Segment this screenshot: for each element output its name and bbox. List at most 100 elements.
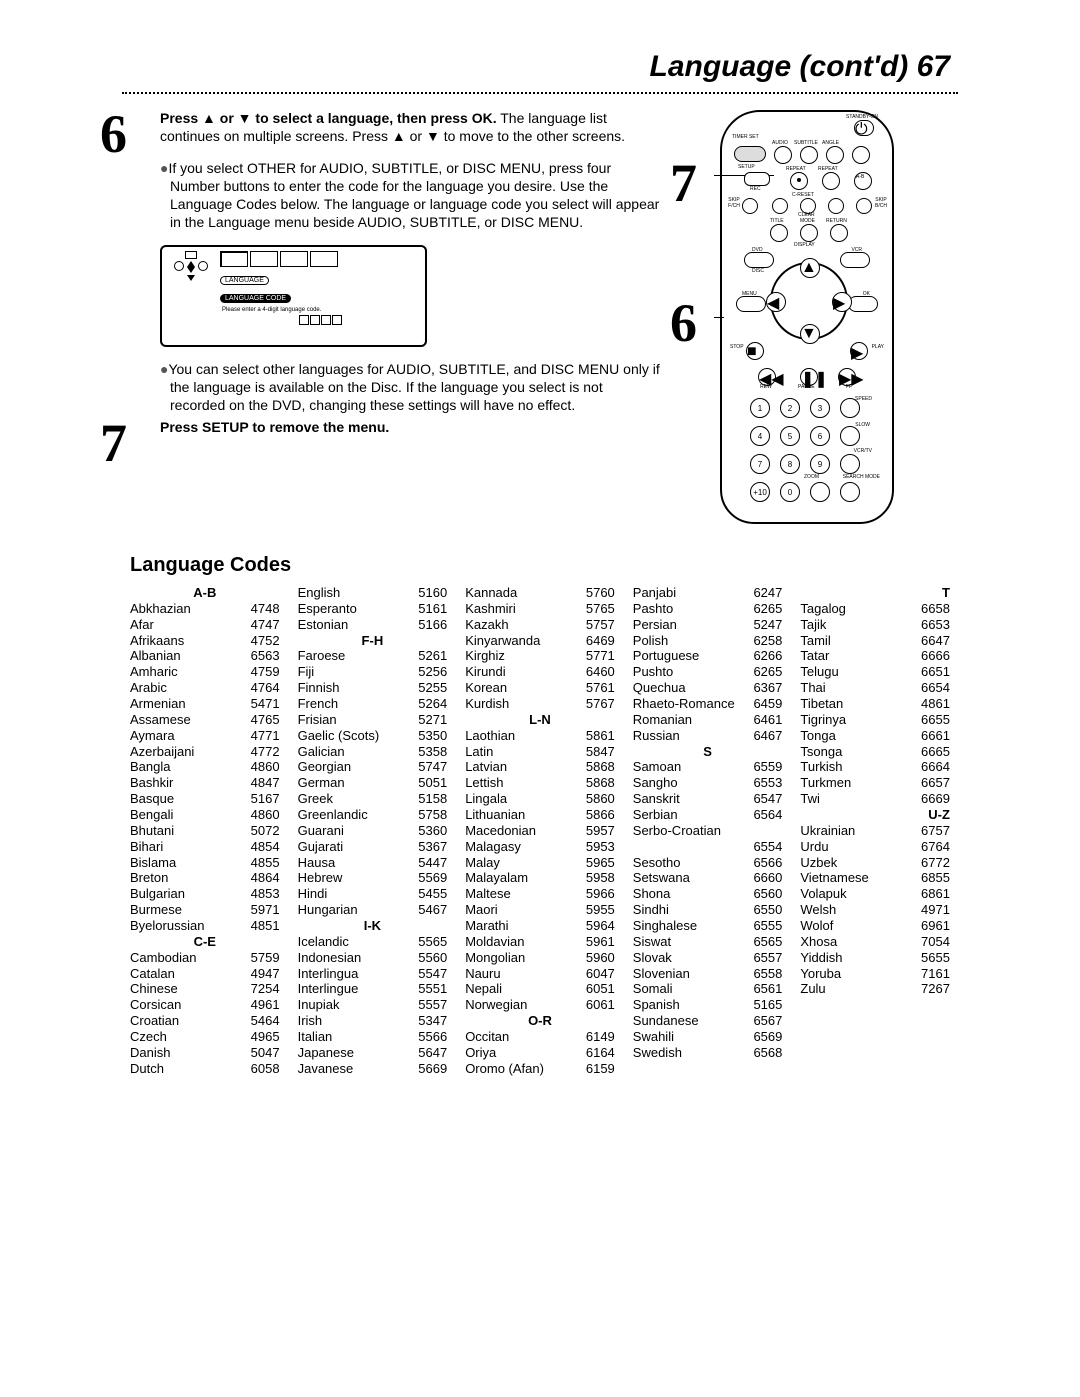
code-row: Frisian5271 bbox=[298, 712, 448, 728]
code-row: Pashto6265 bbox=[633, 601, 783, 617]
code-row: Russian6467 bbox=[633, 728, 783, 744]
right-arrow-button: ▶ bbox=[832, 292, 852, 312]
code-row: Swahili6569 bbox=[633, 1029, 783, 1045]
code-row: Ukrainian6757 bbox=[800, 823, 950, 839]
code-row: Kirghiz5771 bbox=[465, 648, 615, 664]
code-row: Sundanese6567 bbox=[633, 1013, 783, 1029]
code-row: Volapuk6861 bbox=[800, 886, 950, 902]
code-row: Siswat6565 bbox=[633, 934, 783, 950]
code-row: Panjabi6247 bbox=[633, 585, 783, 601]
callout-7: 7 bbox=[670, 152, 697, 214]
code-row: Laothian5861 bbox=[465, 728, 615, 744]
code-row: Zulu7267 bbox=[800, 981, 950, 997]
code-row: Telugu6651 bbox=[800, 664, 950, 680]
code-row: Greek5158 bbox=[298, 791, 448, 807]
code-row: Tonga6661 bbox=[800, 728, 950, 744]
code-row: Interlingua5547 bbox=[298, 966, 448, 982]
code-row: Yoruba7161 bbox=[800, 966, 950, 982]
step-7-number: 7 bbox=[100, 419, 127, 468]
code-row: Tatar6666 bbox=[800, 648, 950, 664]
code-row: German5051 bbox=[298, 775, 448, 791]
code-row: Lingala5860 bbox=[465, 791, 615, 807]
code-row: Maori5955 bbox=[465, 902, 615, 918]
code-row: Tamil6647 bbox=[800, 633, 950, 649]
code-row: Yiddish5655 bbox=[800, 950, 950, 966]
codes-header: L-N bbox=[465, 712, 615, 728]
code-row: Bangla4860 bbox=[130, 759, 280, 775]
codes-header: T bbox=[800, 585, 950, 601]
code-row: Azerbaijani4772 bbox=[130, 744, 280, 760]
code-row: Faroese5261 bbox=[298, 648, 448, 664]
code-row: Latin5847 bbox=[465, 744, 615, 760]
code-row: Finnish5255 bbox=[298, 680, 448, 696]
standby-button: ⏻ bbox=[854, 120, 874, 136]
code-row: Albanian6563 bbox=[130, 648, 280, 664]
stop-button: ■ bbox=[746, 342, 764, 360]
codes-header: F-H bbox=[298, 633, 448, 649]
step-6-number: 6 bbox=[100, 110, 127, 159]
code-row: Tsonga6665 bbox=[800, 744, 950, 760]
codes-header: O-R bbox=[465, 1013, 615, 1029]
code-row: Afar4747 bbox=[130, 617, 280, 633]
code-row: Guarani5360 bbox=[298, 823, 448, 839]
code-row: Lithuanian5866 bbox=[465, 807, 615, 823]
codes-column: English5160Esperanto5161Estonian5166F-HF… bbox=[298, 585, 448, 1077]
instructions-column: 6 Press ▲ or ▼ to select a language, the… bbox=[130, 110, 660, 524]
code-row: Mongolian5960 bbox=[465, 950, 615, 966]
code-row: Latvian5868 bbox=[465, 759, 615, 775]
code-row: Tigrinya6655 bbox=[800, 712, 950, 728]
dialog-language-code-label: LANGUAGE CODE bbox=[220, 294, 291, 303]
code-row: Occitan6149 bbox=[465, 1029, 615, 1045]
code-row: Japanese5647 bbox=[298, 1045, 448, 1061]
code-row: Amharic4759 bbox=[130, 664, 280, 680]
code-row: Interlingue5551 bbox=[298, 981, 448, 997]
codes-header: S bbox=[633, 744, 783, 760]
code-row: Malayalam5958 bbox=[465, 870, 615, 886]
code-row: Bihari4854 bbox=[130, 839, 280, 855]
code-row: Galician5358 bbox=[298, 744, 448, 760]
code-row: Nauru6047 bbox=[465, 966, 615, 982]
callout-6: 6 bbox=[670, 292, 697, 354]
code-row: Icelandic5565 bbox=[298, 934, 448, 950]
code-row: Burmese5971 bbox=[130, 902, 280, 918]
code-row: Hebrew5569 bbox=[298, 870, 448, 886]
code-row: Kirundi6460 bbox=[465, 664, 615, 680]
code-row: Chinese7254 bbox=[130, 981, 280, 997]
code-row: Arabic4764 bbox=[130, 680, 280, 696]
code-row: Afrikaans4752 bbox=[130, 633, 280, 649]
code-row: Pushto6265 bbox=[633, 664, 783, 680]
code-row: Slovak6557 bbox=[633, 950, 783, 966]
code-row: Aymara4771 bbox=[130, 728, 280, 744]
code-row: Oromo (Afan)6159 bbox=[465, 1061, 615, 1077]
codes-column: A-BAbkhazian4748Afar4747Afrikaans4752Alb… bbox=[130, 585, 280, 1077]
code-row: Uzbek6772 bbox=[800, 855, 950, 871]
code-row: Spanish5165 bbox=[633, 997, 783, 1013]
code-row: 6554 bbox=[633, 839, 783, 855]
code-row: Greenlandic5758 bbox=[298, 807, 448, 823]
code-row: Georgian5747 bbox=[298, 759, 448, 775]
code-row: Twi6669 bbox=[800, 791, 950, 807]
code-row: Serbian6564 bbox=[633, 807, 783, 823]
code-row: Oriya6164 bbox=[465, 1045, 615, 1061]
code-row: Sangho6553 bbox=[633, 775, 783, 791]
code-row: Bengali4860 bbox=[130, 807, 280, 823]
code-row: Samoan6559 bbox=[633, 759, 783, 775]
play-button: ▶ bbox=[850, 342, 868, 360]
step-6-bullet-2: ●You can select other languages for AUDI… bbox=[130, 361, 660, 415]
code-row: Wolof6961 bbox=[800, 918, 950, 934]
code-row: Romanian6461 bbox=[633, 712, 783, 728]
code-row: Kurdish5767 bbox=[465, 696, 615, 712]
code-row: Inupiak5557 bbox=[298, 997, 448, 1013]
page-title: Language (cont'd) 67 bbox=[130, 50, 950, 84]
code-row: Portuguese6266 bbox=[633, 648, 783, 664]
code-row: Persian5247 bbox=[633, 617, 783, 633]
code-row: Nepali6051 bbox=[465, 981, 615, 997]
code-row: Javanese5669 bbox=[298, 1061, 448, 1077]
remote-graphic: 7 6 STANDBY-ON ⏻ TIMER SET SETUP AUDIO S… bbox=[720, 110, 894, 524]
down-arrow-button: ▼ bbox=[800, 324, 820, 344]
code-row: Swedish6568 bbox=[633, 1045, 783, 1061]
code-row: Polish6258 bbox=[633, 633, 783, 649]
code-row: Armenian5471 bbox=[130, 696, 280, 712]
code-row: Vietnamese6855 bbox=[800, 870, 950, 886]
code-row: Kazakh5757 bbox=[465, 617, 615, 633]
